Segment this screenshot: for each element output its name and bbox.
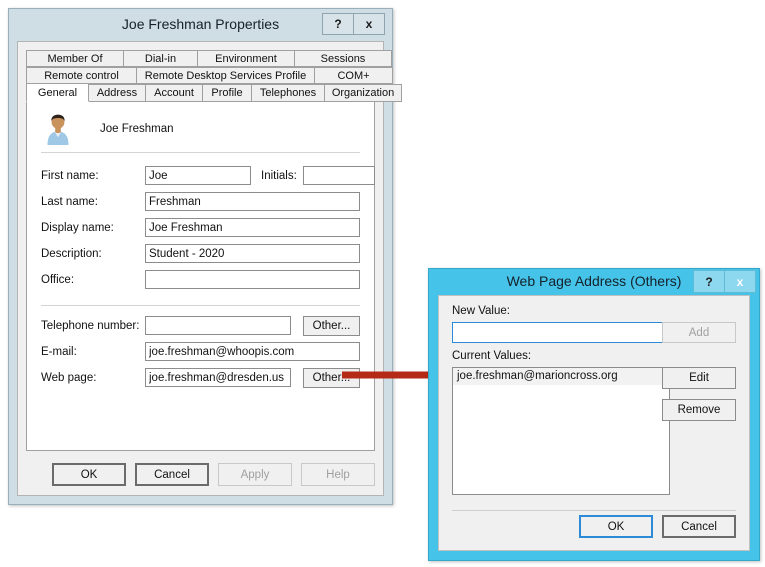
properties-footer: OK Cancel Apply Help (52, 463, 375, 486)
user-avatar-icon (41, 112, 75, 146)
description-row: Description: (41, 244, 360, 263)
web-dialog-divider (452, 510, 736, 511)
description-label: Description: (41, 247, 102, 260)
last-name-row: Last name: (41, 192, 360, 211)
help-icon[interactable]: ? (322, 13, 354, 35)
properties-titlebar[interactable]: Joe Freshman Properties ? x (9, 9, 392, 41)
tab-account[interactable]: Account (145, 84, 203, 102)
tab-row-3: General Address Account Profile Telephon… (26, 83, 402, 102)
tab-environment[interactable]: Environment (197, 50, 295, 67)
webpage-input[interactable] (145, 368, 291, 387)
tab-organization[interactable]: Organization (324, 84, 402, 102)
remove-button[interactable]: Remove (662, 399, 736, 421)
telephone-input[interactable] (145, 316, 291, 335)
web-dialog-titlebar[interactable]: Web Page Address (Others) ? x (429, 269, 759, 295)
last-name-input[interactable] (145, 192, 360, 211)
web-page-address-dialog: Web Page Address (Others) ? x New Value:… (428, 268, 760, 561)
tab-remote-control[interactable]: Remote control (26, 67, 137, 84)
close-icon[interactable]: x (724, 270, 756, 293)
webpage-row: Web page: Other... (41, 367, 360, 388)
ok-button[interactable]: OK (579, 515, 653, 538)
tab-sessions[interactable]: Sessions (294, 50, 392, 67)
divider-top (41, 152, 360, 153)
cancel-button[interactable]: Cancel (662, 515, 736, 538)
user-header: Joe Freshman (41, 112, 174, 146)
tab-row-1: Member Of Dial-in Environment Sessions (26, 50, 392, 67)
current-values-list[interactable]: joe.freshman@marioncross.org (452, 367, 670, 495)
current-values-label: Current Values: (452, 350, 532, 362)
cancel-button[interactable]: Cancel (135, 463, 209, 486)
close-icon[interactable]: x (353, 13, 385, 35)
telephone-other-button[interactable]: Other... (303, 315, 360, 336)
user-display-name-header: Joe Freshman (100, 123, 174, 135)
tab-member-of[interactable]: Member Of (26, 50, 124, 67)
display-name-row: Display name: (41, 218, 360, 237)
display-name-label: Display name: (41, 221, 114, 234)
web-dialog-window-controls: ? x (693, 270, 756, 293)
first-name-label: First name: (41, 169, 99, 182)
email-label: E-mail: (41, 345, 77, 358)
properties-window-controls: ? x (322, 13, 385, 35)
tab-dial-in[interactable]: Dial-in (123, 50, 198, 67)
properties-body: Member Of Dial-in Environment Sessions R… (17, 41, 402, 496)
edit-button[interactable]: Edit (662, 367, 736, 389)
initials-label: Initials: (261, 169, 297, 182)
web-dialog-footer: OK Cancel (579, 515, 736, 538)
email-input[interactable] (145, 342, 360, 361)
web-dialog-body: New Value: Add Current Values: joe.fresh… (438, 295, 750, 551)
help-button: Help (301, 463, 375, 486)
add-button: Add (662, 322, 736, 343)
webpage-other-button[interactable]: Other... (303, 367, 360, 388)
tab-general[interactable]: General (26, 83, 89, 102)
initials-input[interactable] (302, 166, 375, 185)
first-name-row: First name: Initials: (41, 166, 375, 185)
divider-middle (41, 305, 360, 306)
apply-button: Apply (218, 463, 292, 486)
telephone-row: Telephone number: Other... (41, 315, 360, 336)
list-item[interactable]: joe.freshman@marioncross.org (453, 368, 669, 385)
screen: Joe Freshman Properties ? x Member Of Di… (0, 0, 765, 567)
properties-window: Joe Freshman Properties ? x Member Of Di… (8, 8, 402, 505)
tab-remote-desktop-services-profile[interactable]: Remote Desktop Services Profile (136, 67, 315, 84)
display-name-input[interactable] (145, 218, 360, 237)
last-name-label: Last name: (41, 195, 98, 208)
tab-address[interactable]: Address (88, 84, 146, 102)
office-label: Office: (41, 273, 75, 286)
tab-profile[interactable]: Profile (202, 84, 252, 102)
help-icon[interactable]: ? (693, 270, 725, 293)
office-input[interactable] (145, 270, 360, 289)
ok-button[interactable]: OK (52, 463, 126, 486)
email-row: E-mail: (41, 342, 360, 361)
new-value-input[interactable] (452, 322, 670, 343)
tab-telephones[interactable]: Telephones (251, 84, 325, 102)
new-value-label: New Value: (452, 305, 510, 317)
description-input[interactable] (145, 244, 360, 263)
office-row: Office: (41, 270, 360, 289)
tab-row-2: Remote control Remote Desktop Services P… (26, 67, 393, 84)
tab-com-plus[interactable]: COM+ (314, 67, 393, 84)
tab-strip: Member Of Dial-in Environment Sessions R… (26, 50, 402, 102)
webpage-label: Web page: (41, 371, 97, 384)
telephone-label: Telephone number: (41, 319, 140, 332)
first-name-input[interactable] (145, 166, 251, 185)
general-tab-page: Joe Freshman First name: Initials: Last … (26, 101, 375, 451)
